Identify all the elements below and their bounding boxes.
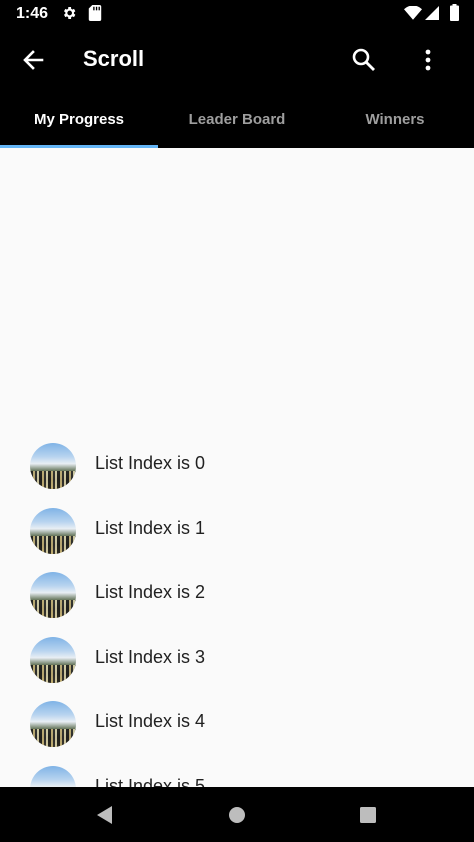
wifi-icon (404, 5, 422, 25)
page-title: Scroll (83, 46, 145, 71)
tab-winners[interactable]: Winners (316, 91, 474, 148)
list-item-label: List Index is 3 (95, 647, 206, 667)
more-vert-icon (425, 49, 431, 71)
tab-bar: My Progress Leader Board Winners (0, 91, 474, 148)
list-item[interactable]: List Index is 0 (0, 434, 474, 498)
status-bar: 1:46 (0, 0, 474, 29)
tab-my-progress[interactable]: My Progress (0, 91, 158, 148)
circle-home-icon (229, 807, 245, 823)
search-icon (352, 48, 375, 71)
settings-icon (61, 5, 77, 26)
list-item-label: List Index is 1 (95, 518, 206, 538)
nav-back-button[interactable] (93, 803, 117, 827)
avatar (30, 508, 76, 554)
back-button[interactable] (12, 38, 56, 82)
tab-leader-board[interactable]: Leader Board (158, 91, 316, 148)
avatar (30, 701, 76, 747)
avatar (30, 637, 76, 683)
list-item-label: List Index is 0 (95, 453, 206, 473)
list-item[interactable]: List Index is 5 (0, 757, 474, 787)
list-item[interactable]: List Index is 3 (0, 628, 474, 692)
search-button[interactable] (342, 38, 386, 82)
status-time: 1:46 (16, 5, 49, 22)
list-item[interactable]: List Index is 1 (0, 499, 474, 563)
avatar (30, 443, 76, 489)
avatar (30, 572, 76, 618)
signal-icon (425, 6, 439, 25)
list-item-label: List Index is 5 (95, 776, 206, 787)
square-recents-icon (360, 807, 376, 823)
list-item[interactable]: List Index is 4 (0, 692, 474, 756)
list-item-label: List Index is 4 (95, 711, 206, 731)
nav-recents-button[interactable] (358, 805, 378, 825)
scroll-content[interactable]: List Index is 0 List Index is 1 List Ind… (0, 148, 474, 787)
avatar (30, 766, 76, 787)
sd-card-icon (88, 5, 102, 26)
arrow-back-icon (23, 50, 44, 70)
list-item-label: List Index is 2 (95, 582, 206, 602)
nav-home-button[interactable] (227, 805, 247, 825)
battery-icon (450, 4, 459, 26)
overflow-menu-button[interactable] (406, 38, 450, 82)
system-nav-bar (0, 787, 474, 842)
triangle-back-icon (97, 806, 112, 824)
app-bar: Scroll (0, 29, 474, 91)
list-item[interactable]: List Index is 2 (0, 563, 474, 627)
